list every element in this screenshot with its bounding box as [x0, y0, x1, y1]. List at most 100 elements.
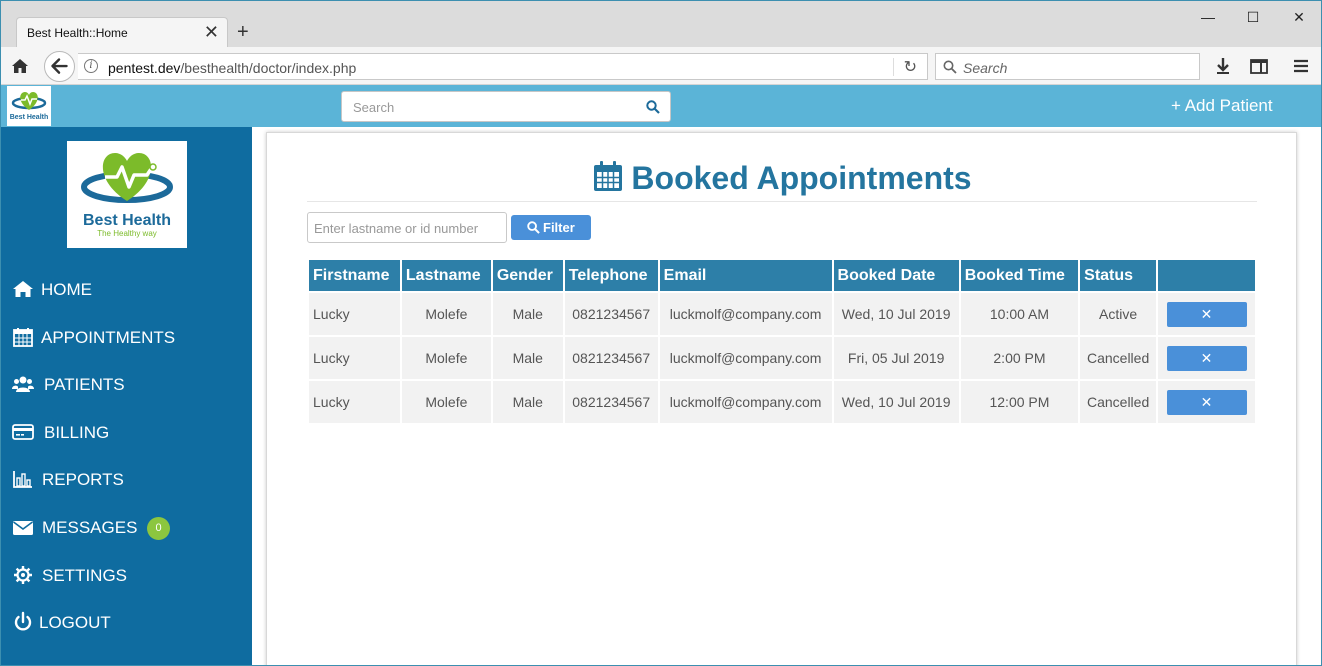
cell-booked-date: Fri, 05 Jul 2019 — [831, 335, 961, 381]
cell-booked-date: Wed, 10 Jul 2019 — [831, 379, 961, 425]
envelope-icon — [13, 521, 33, 535]
cell-gender: Male — [490, 291, 565, 337]
url-text: pentest.dev/besthealth/doctor/index.php — [108, 60, 356, 76]
browser-search-bar[interactable]: Search — [935, 53, 1200, 80]
sidebar-item-patients[interactable]: PATIENTS — [1, 364, 252, 404]
cell-lastname: Molefe — [399, 291, 493, 337]
power-icon — [14, 611, 32, 631]
calendar-icon — [13, 328, 33, 347]
cell-telephone: 0821234567 — [562, 291, 660, 337]
sidebar: Best Health The Healthy way HOME APPOINT… — [1, 127, 252, 665]
heart-logo-icon — [81, 153, 173, 203]
sidebar-item-logout[interactable]: LOGOUT — [1, 602, 252, 642]
page-title: Booked Appointments — [267, 160, 1298, 197]
reload-icon[interactable]: ↻ — [904, 57, 917, 77]
info-icon[interactable]: i — [84, 59, 98, 73]
new-tab-button[interactable]: + — [237, 21, 249, 43]
browser-tab[interactable]: Best Health::Home ✕ — [16, 17, 228, 47]
sidebar-item-billing[interactable]: BILLING — [1, 412, 252, 452]
url-bar[interactable]: i pentest.dev/besthealth/doctor/index.ph… — [78, 53, 928, 80]
table-row: Lucky Molefe Male 0821234567 luckmolf@co… — [307, 335, 1257, 381]
cancel-appointment-button[interactable]: ✕ — [1166, 345, 1247, 371]
cell-firstname: Lucky — [307, 379, 402, 425]
cell-actions: ✕ — [1156, 335, 1257, 381]
title-divider — [307, 201, 1257, 202]
tab-title: Best Health::Home — [27, 26, 128, 40]
sidebar-item-label: MESSAGES — [42, 518, 138, 537]
app-search-input[interactable]: Search — [341, 91, 671, 122]
sidebar-item-label: REPORTS — [42, 470, 124, 489]
cell-booked-date: Wed, 10 Jul 2019 — [831, 291, 961, 337]
column-header[interactable]: Status — [1078, 258, 1159, 293]
page-title-text: Booked Appointments — [631, 160, 972, 196]
arrow-left-icon — [51, 58, 68, 74]
cell-telephone: 0821234567 — [562, 335, 660, 381]
cell-booked-time: 10:00 AM — [958, 291, 1081, 337]
back-button[interactable] — [44, 51, 75, 82]
main-panel: Booked Appointments Enter lastname or id… — [266, 132, 1298, 665]
sidebar-item-appointments[interactable]: APPOINTMENTS — [1, 317, 252, 357]
bar-chart-icon — [13, 471, 32, 488]
url-divider — [893, 58, 894, 76]
sidebar-item-settings[interactable]: SETTINGS — [1, 555, 252, 595]
browser-window: Best Health::Home ✕ + — ☐ ✕ i pentest.de… — [0, 0, 1322, 666]
maximize-button[interactable]: ☐ — [1243, 7, 1263, 27]
search-icon — [527, 221, 540, 234]
add-patient-button[interactable]: + Add Patient — [1171, 96, 1273, 116]
home-icon — [13, 281, 33, 297]
download-icon[interactable] — [1213, 56, 1233, 76]
search-icon[interactable] — [646, 100, 660, 114]
url-path: /besthealth/doctor/index.php — [180, 60, 357, 76]
sidebar-item-home[interactable]: HOME — [1, 269, 252, 309]
app-header: Best Health Search + Add Patient — [1, 85, 1321, 127]
sidebar-item-label: BILLING — [44, 423, 110, 442]
cancel-appointment-button[interactable]: ✕ — [1166, 389, 1247, 415]
heart-logo-icon: Best Health — [10, 92, 48, 121]
calendar-icon — [594, 161, 623, 191]
messages-count-badge: 0 — [147, 517, 170, 540]
brand-logo[interactable]: Best Health The Healthy way — [67, 141, 187, 248]
sidebar-item-label: APPOINTMENTS — [41, 328, 176, 347]
column-header[interactable]: Email — [657, 258, 834, 293]
filter-input[interactable]: Enter lastname or id number — [307, 212, 507, 243]
cell-lastname: Molefe — [399, 379, 493, 425]
column-header[interactable]: Booked Date — [831, 258, 961, 293]
column-header[interactable]: Lastname — [399, 258, 493, 293]
cell-gender: Male — [490, 379, 565, 425]
cell-email: luckmolf@company.com — [657, 291, 834, 337]
cell-booked-time: 2:00 PM — [958, 335, 1081, 381]
sidebar-item-reports[interactable]: REPORTS — [1, 459, 252, 499]
cell-booked-time: 12:00 PM — [958, 379, 1081, 425]
app-logo-small[interactable]: Best Health — [7, 86, 51, 126]
cell-status: Cancelled — [1078, 335, 1159, 381]
cell-firstname: Lucky — [307, 291, 402, 337]
sidebar-item-messages[interactable]: MESSAGES 0 — [1, 507, 252, 547]
cell-firstname: Lucky — [307, 335, 402, 381]
column-header[interactable]: Telephone — [562, 258, 660, 293]
cell-actions: ✕ — [1156, 379, 1257, 425]
sidebar-item-label: SETTINGS — [42, 566, 128, 585]
cell-status: Active — [1078, 291, 1159, 337]
browser-nav-bar: i pentest.dev/besthealth/doctor/index.ph… — [1, 47, 1321, 85]
cell-actions: ✕ — [1156, 291, 1257, 337]
home-icon[interactable] — [10, 56, 30, 76]
column-header[interactable]: Firstname — [307, 258, 402, 293]
filter-button[interactable]: Filter — [511, 215, 591, 240]
column-header[interactable]: Gender — [490, 258, 565, 293]
sidebar-item-label: PATIENTS — [44, 375, 125, 394]
close-window-button[interactable]: ✕ — [1289, 7, 1309, 27]
brand-tagline: The Healthy way — [97, 229, 157, 238]
menu-icon[interactable] — [1291, 56, 1311, 76]
column-header — [1156, 258, 1257, 293]
credit-card-icon — [12, 424, 34, 440]
minimize-button[interactable]: — — [1198, 7, 1218, 27]
column-header[interactable]: Booked Time — [958, 258, 1081, 293]
url-host: pentest.dev — [108, 60, 181, 76]
filter-button-label: Filter — [543, 220, 575, 235]
tab-close-icon[interactable]: ✕ — [204, 22, 219, 42]
cell-telephone: 0821234567 — [562, 379, 660, 425]
tab-strip: Best Health::Home ✕ + — ☐ ✕ — [1, 1, 1321, 47]
cancel-appointment-button[interactable]: ✕ — [1166, 301, 1247, 327]
app-search-placeholder: Search — [353, 100, 395, 115]
sidebar-toggle-icon[interactable] — [1249, 56, 1269, 76]
